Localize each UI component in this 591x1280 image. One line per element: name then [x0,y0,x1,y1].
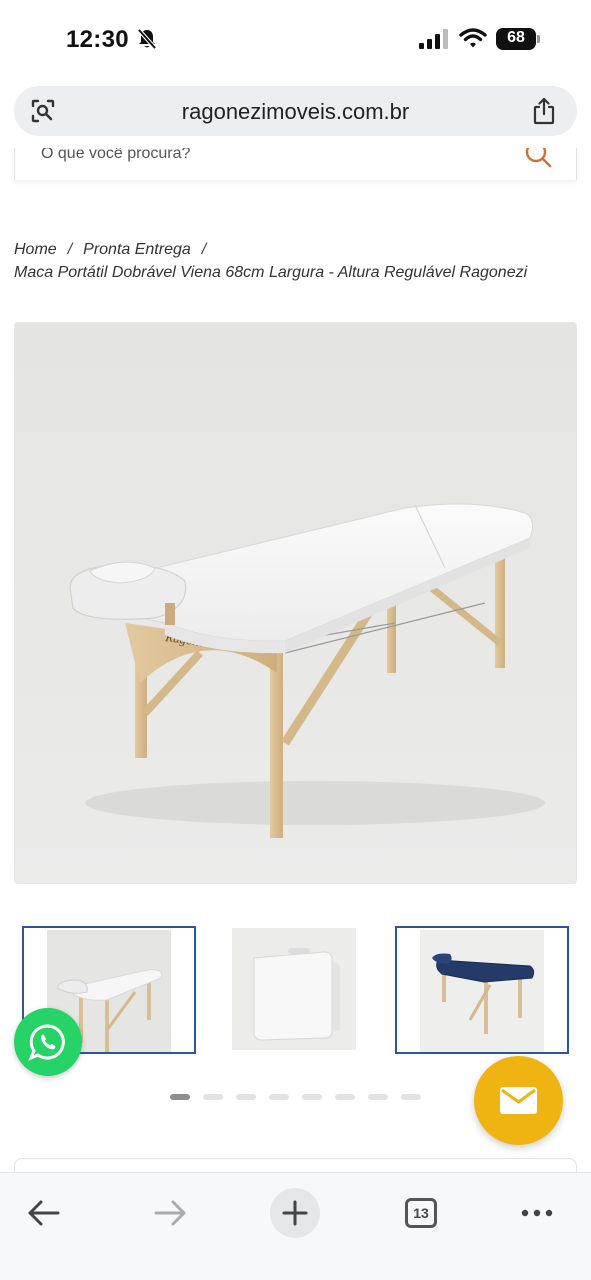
forward-button[interactable] [140,1183,200,1243]
battery-indicator: 68 [496,28,540,50]
thumbnail-2[interactable] [209,926,383,1054]
wifi-icon [459,28,487,48]
open-tabs-count: 13 [405,1198,437,1228]
url-text[interactable]: ragonezimoveis.com.br [74,99,517,125]
site-search[interactable]: O que você procura? [14,148,577,180]
contact-mail-button[interactable] [474,1056,563,1145]
share-icon[interactable] [531,97,557,125]
breadcrumb-trail: Home / Pronta Entrega / [14,238,577,261]
whatsapp-button[interactable] [14,1008,82,1076]
back-button[interactable] [14,1183,74,1243]
new-tab-button[interactable] [265,1183,325,1243]
carousel-dot-7[interactable] [368,1094,388,1100]
status-bar: 12:30 68 [0,0,591,80]
carousel-dot-2[interactable] [203,1094,223,1100]
status-time: 12:30 [66,26,129,53]
plus-icon [282,1200,308,1226]
arrow-left-icon [28,1200,60,1226]
carousel-dot-3[interactable] [236,1094,256,1100]
tab-switcher-button[interactable]: 13 [391,1183,451,1243]
bell-off-icon [137,28,157,50]
carousel-dot-6[interactable] [335,1094,355,1100]
browser-toolbar: 13 [0,1172,591,1280]
massage-table-photo: Ragonezi [15,323,576,883]
thumbnail-image-table-blue [420,930,544,1052]
cellular-signal-icon [419,29,448,49]
breadcrumb-home[interactable]: Home [14,241,57,258]
thumbnail-image-folded-case [232,928,356,1050]
arrow-right-icon [154,1200,186,1226]
whatsapp-icon [28,1024,65,1061]
address-bar[interactable]: ragonezimoveis.com.br [14,86,577,136]
carousel-dot-1[interactable] [170,1094,190,1100]
thumbnail-3[interactable] [395,926,569,1054]
search-icon[interactable] [524,148,552,168]
breadcrumb-current: Maca Portátil Dobrável Viena 68cm Largur… [14,264,528,281]
mail-icon [500,1087,537,1114]
battery-cap [537,35,540,43]
carousel-dot-4[interactable] [269,1094,289,1100]
more-dots-icon [521,1209,553,1217]
more-menu-button[interactable] [507,1183,567,1243]
carousel-dot-8[interactable] [401,1094,421,1100]
thumbnail-gallery [0,926,591,1054]
breadcrumb-separator: / [67,241,73,258]
breadcrumb: Home / Pronta Entrega / Maca Portátil Dobrá… [14,238,577,284]
carousel-dot-5[interactable] [302,1094,322,1100]
product-main-image[interactable]: Ragonezi [14,322,577,884]
breadcrumb-category[interactable]: Pronta Entrega [83,241,191,258]
battery-level: 68 [507,29,525,46]
search-input[interactable]: O que você procura? [41,148,190,163]
lens-icon[interactable] [30,98,56,124]
breadcrumb-separator: / [201,241,207,258]
